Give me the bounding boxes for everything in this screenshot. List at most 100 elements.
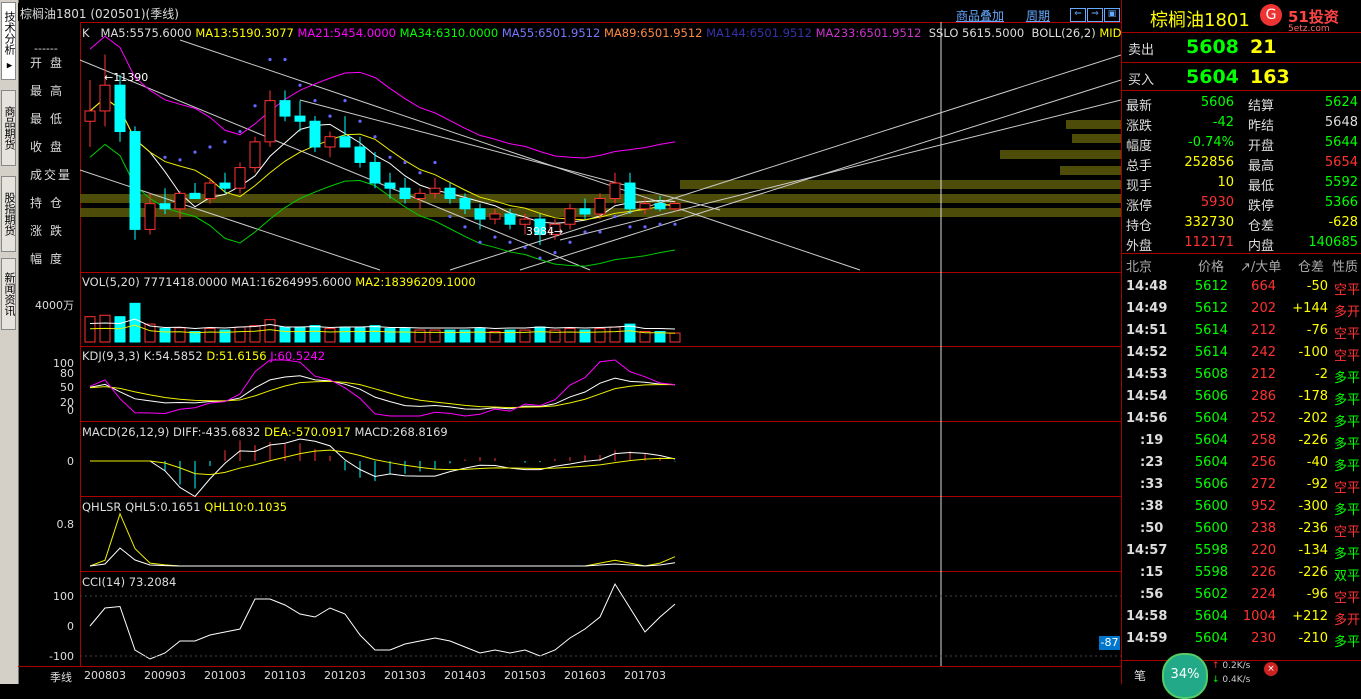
sar-dot	[358, 119, 362, 123]
vol-ma1-line	[89, 318, 676, 330]
sar-dot	[328, 114, 332, 118]
kdj-j-line	[89, 359, 676, 417]
sar-dot	[163, 155, 167, 159]
macd-diff-line	[90, 438, 676, 498]
stat-value: 252856	[1184, 155, 1234, 170]
tick-oi-change: -202	[1298, 411, 1328, 426]
quote-stat-row: 持仓 332730 仓差 -628	[1122, 213, 1361, 234]
tick-row: :50 5600 238 -236 空平	[1122, 518, 1361, 540]
tick-nature: 多平	[1333, 437, 1360, 452]
tick-time: :56	[1140, 587, 1164, 602]
macd-header: MACD(26,12,9) DIFF:-435.6832 DEA:-570.09…	[82, 425, 448, 439]
tick-time: :15	[1140, 565, 1164, 580]
stat-value: 5624	[1324, 95, 1358, 110]
qhlsr-header: QHLSR QHL5:0.1651 QHL10:0.1035	[82, 500, 288, 514]
tick-row: 14:54 5606 286 -178 多平	[1122, 386, 1361, 408]
sar-dot	[388, 155, 392, 159]
volume-bar	[114, 316, 126, 343]
quote-stat-row: 幅度 -0.74% 开盘 5644	[1122, 133, 1361, 154]
stat-value: 140685	[1308, 235, 1358, 250]
volume-bar	[264, 319, 276, 343]
cci-tick: 100	[53, 590, 74, 603]
candle-body	[339, 136, 351, 148]
tick-oi-change: -210	[1298, 631, 1328, 646]
tick-price: 5606	[1194, 477, 1228, 492]
x-tick-label: 201303	[384, 669, 426, 682]
contract-name: 棕榈油1801	[1150, 10, 1250, 31]
tick-price: 5598	[1194, 543, 1228, 558]
volume-bar	[504, 329, 516, 343]
candle-body	[669, 202, 681, 210]
net-speed-gauge: 34%	[1162, 653, 1208, 699]
candle-body	[294, 115, 306, 122]
stat-value: 5366	[1324, 195, 1358, 210]
tick-nature: 空平	[1333, 481, 1360, 496]
tick-time: 14:58	[1126, 609, 1168, 624]
quote-panel: 棕榈油1801 G 51投资 5etz.com 卖出 5608 21 买入 56…	[1121, 0, 1361, 699]
sar-dot	[268, 57, 272, 62]
tick-oi-change: -134	[1298, 543, 1328, 558]
volume-bar	[324, 328, 336, 343]
tick-row: :15 5598 226 -226 双平	[1122, 562, 1361, 584]
candle-body	[129, 131, 141, 230]
tick-nature: 多平	[1333, 393, 1360, 408]
tick-oi-change: -178	[1298, 389, 1328, 404]
x-tick-label: 201103	[264, 669, 306, 682]
tick-volume: 256	[1251, 455, 1276, 470]
volume-bar	[669, 332, 681, 343]
kdj-tick: 50	[60, 381, 74, 394]
tick-oi-change: -50	[1306, 279, 1328, 294]
stat-label: 结算	[1248, 99, 1275, 114]
tick-row: 14:49 5612 202 +144 多开	[1122, 298, 1361, 320]
tick-oi-change: -300	[1298, 499, 1328, 514]
tick-header: 北京 价格 ↗/大单 仓差 性质	[1126, 260, 1359, 275]
candle-body	[114, 84, 126, 133]
candle-body	[489, 213, 501, 220]
quote-stat-row: 涨跌 -42 昨结 5648	[1122, 113, 1361, 134]
close-icon[interactable]: ×	[1264, 662, 1278, 676]
tick-oi-change: -226	[1298, 433, 1328, 448]
volume-bar	[354, 326, 366, 343]
stat-label: 持仓	[1126, 219, 1153, 234]
sar-dot	[613, 214, 617, 219]
candle-body	[369, 161, 381, 184]
stat-label: 总手	[1126, 159, 1153, 174]
volume-profile-band	[1060, 166, 1121, 175]
tick-nature: 多平	[1333, 547, 1360, 562]
tick-row: 14:58 5604 1004 +212 多开	[1122, 606, 1361, 628]
low-mark: 3984→	[526, 225, 564, 238]
sar-dot	[283, 57, 287, 62]
candle-body	[174, 192, 186, 210]
kdj-tick: 80	[60, 367, 74, 380]
tick-volume: 224	[1251, 587, 1276, 602]
volume-bar	[339, 326, 351, 343]
tick-price: 5608	[1194, 367, 1228, 382]
tick-price: 5606	[1194, 389, 1228, 404]
tick-time: 14:59	[1126, 631, 1168, 646]
tick-volume: 230	[1251, 631, 1276, 646]
stat-value: 5930	[1200, 195, 1234, 210]
tick-volume: 238	[1251, 521, 1276, 536]
tick-time: :50	[1140, 521, 1164, 536]
sar-dot	[463, 225, 467, 229]
tick-price: 5612	[1194, 279, 1228, 294]
sar-dot	[448, 214, 452, 219]
volume-bar	[279, 326, 291, 343]
tick-time: :19	[1140, 433, 1164, 448]
x-axis-label: 季线	[50, 671, 72, 684]
volume-profile-band	[1000, 150, 1121, 159]
sar-dot	[298, 83, 302, 87]
volume-bar	[609, 326, 621, 343]
tick-volume: 286	[1251, 389, 1276, 404]
tick-time: :38	[1140, 499, 1164, 514]
qhl5-line	[89, 512, 676, 567]
volume-profile-band	[1072, 134, 1121, 143]
candle-body	[354, 146, 366, 163]
tab-trades[interactable]: 笔	[1134, 667, 1146, 684]
candle-body	[654, 203, 666, 210]
tick-nature: 多平	[1333, 503, 1360, 518]
quote-stat-row: 现手 10 最低 5592	[1122, 173, 1361, 194]
candle-body	[234, 167, 246, 189]
candle-body	[144, 203, 156, 230]
tick-price: 5604	[1194, 609, 1228, 624]
